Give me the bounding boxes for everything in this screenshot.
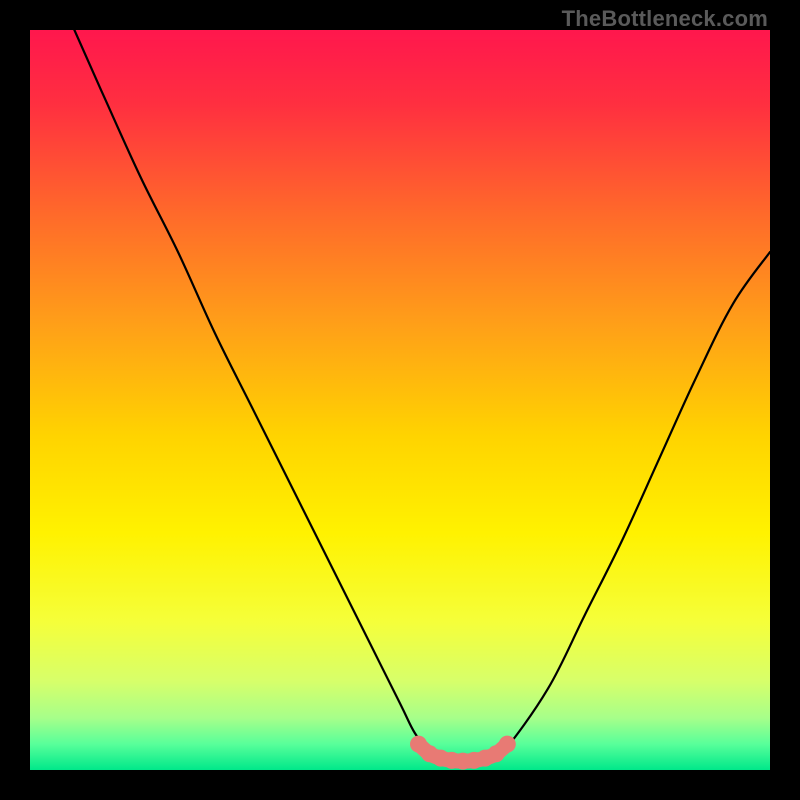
marker-dot	[499, 736, 516, 753]
chart-svg	[30, 30, 770, 770]
plot-area	[30, 30, 770, 770]
watermark-text: TheBottleneck.com	[562, 6, 768, 32]
chart-frame: TheBottleneck.com	[0, 0, 800, 800]
gradient-background	[30, 30, 770, 770]
